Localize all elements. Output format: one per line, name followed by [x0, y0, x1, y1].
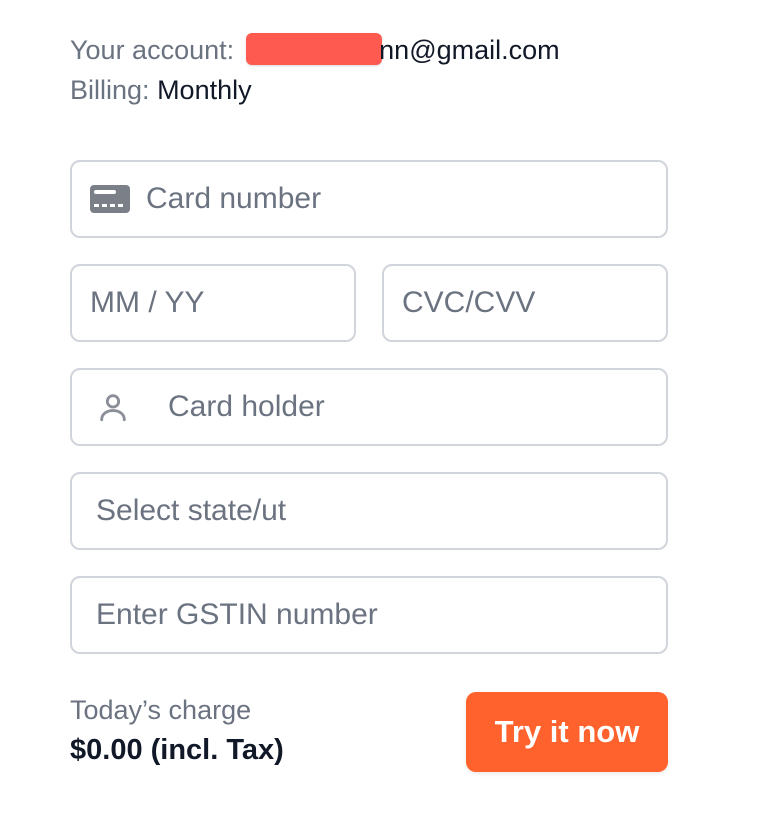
- redaction-block: [245, 33, 382, 65]
- account-line: Your account: nn@gmail.com: [70, 30, 668, 70]
- gstin-field[interactable]: Enter GSTIN number: [70, 576, 668, 654]
- billing-value: Monthly: [157, 75, 252, 105]
- card-number-placeholder: Card number: [146, 182, 322, 215]
- expiry-cvc-row: MM / YY CVC/CVV: [70, 264, 668, 342]
- payment-form: Card number MM / YY CVC/CVV Card holder …: [70, 160, 668, 654]
- cvc-placeholder: CVC/CVV: [402, 286, 536, 319]
- cvc-field[interactable]: CVC/CVV: [382, 264, 668, 342]
- checkout-form-container: Your account: nn@gmail.com Billing: Mont…: [70, 30, 668, 772]
- account-label: Your account:: [70, 35, 235, 65]
- billing-line: Billing: Monthly: [70, 70, 668, 110]
- expiry-placeholder: MM / YY: [90, 286, 205, 319]
- checkout-footer: Today’s charge $0.00 (incl. Tax) Try it …: [70, 692, 668, 772]
- todays-charge-value: $0.00 (incl. Tax): [70, 734, 284, 766]
- gstin-placeholder: Enter GSTIN number: [96, 598, 378, 631]
- account-email: nn@gmail.com: [379, 35, 560, 65]
- card-holder-field[interactable]: Card holder: [70, 368, 668, 446]
- card-number-field[interactable]: Card number: [70, 160, 668, 238]
- state-select-placeholder: Select state/ut: [96, 494, 287, 527]
- try-it-now-button[interactable]: Try it now: [466, 692, 668, 772]
- credit-card-icon: [90, 185, 130, 213]
- card-holder-placeholder: Card holder: [168, 390, 325, 423]
- expiry-field[interactable]: MM / YY: [70, 264, 356, 342]
- user-icon: [100, 394, 126, 422]
- todays-charge-label: Today’s charge: [70, 695, 252, 725]
- charge-summary: Today’s charge $0.00 (incl. Tax): [70, 692, 284, 772]
- billing-label: Billing:: [70, 75, 150, 105]
- state-select[interactable]: Select state/ut: [70, 472, 668, 550]
